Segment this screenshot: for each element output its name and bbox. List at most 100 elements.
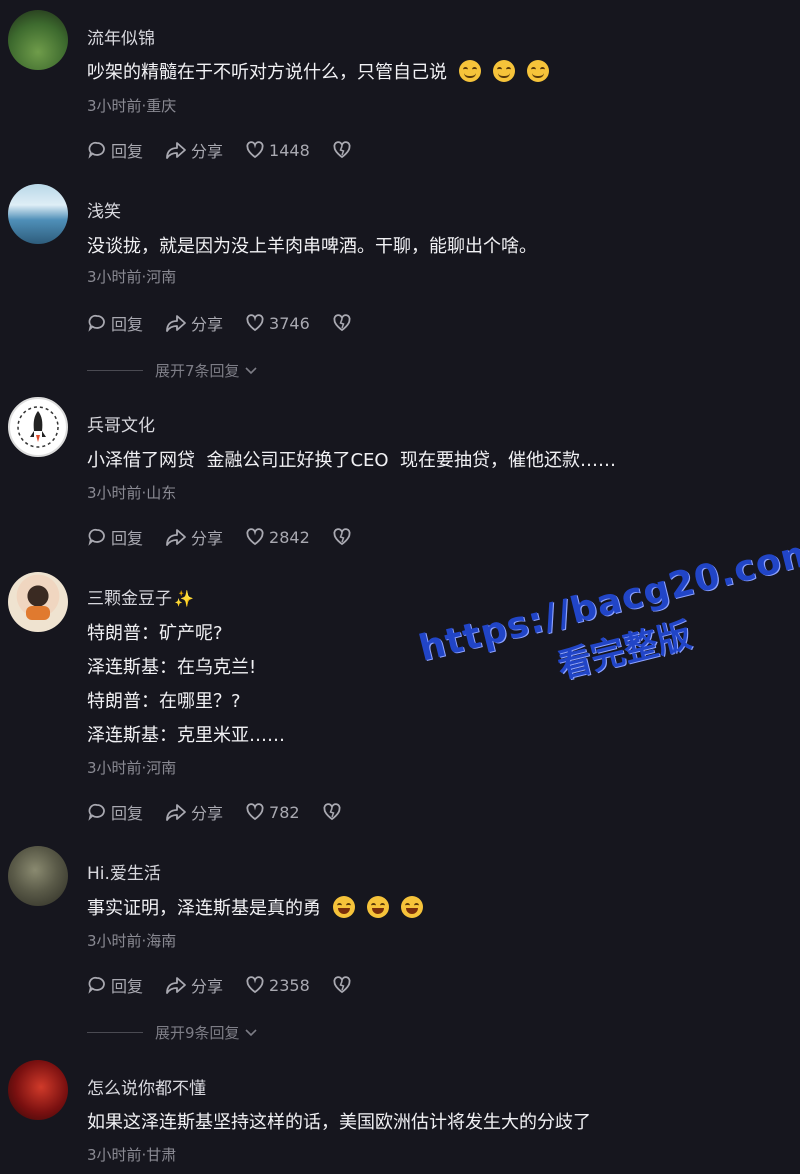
comment-actions: 回复 分享 2358 — [87, 973, 352, 997]
like-count: 2358 — [269, 975, 310, 995]
laughing-emoji-icon — [333, 896, 355, 918]
avatar[interactable] — [8, 846, 68, 906]
like-count: 782 — [269, 802, 300, 822]
dislike-button[interactable] — [332, 975, 352, 995]
comment-text: 事实证明，泽连斯基是真的勇 — [87, 892, 423, 926]
chevron-down-icon — [244, 1028, 257, 1036]
laughing-emoji-icon — [401, 896, 423, 918]
reply-button[interactable]: 回复 — [87, 973, 143, 997]
divider — [87, 1032, 143, 1033]
share-label: 分享 — [191, 977, 224, 996]
like-button[interactable]: 2358 — [245, 975, 310, 995]
chevron-down-icon — [244, 366, 257, 374]
avatar[interactable] — [8, 572, 68, 632]
share-label: 分享 — [191, 315, 224, 334]
comment-actions: 回复 分享 1448 — [87, 138, 352, 162]
broken-heart-icon — [333, 528, 351, 546]
heart-icon — [246, 528, 264, 546]
grin-emoji-icon — [459, 60, 481, 82]
share-icon — [166, 977, 186, 994]
like-button[interactable]: 3746 — [245, 313, 310, 333]
share-icon — [166, 315, 186, 332]
comment-meta: 3小时前·海南 — [87, 932, 177, 950]
expand-replies-button[interactable]: 展开9条回复 — [87, 1022, 259, 1043]
reply-label: 回复 — [111, 142, 144, 161]
heart-icon — [246, 976, 264, 994]
share-button[interactable]: 分享 — [165, 311, 223, 335]
dislike-button[interactable] — [322, 802, 342, 822]
comment-meta: 3小时前·重庆 — [87, 97, 177, 115]
heart-icon — [246, 803, 264, 821]
like-count: 2842 — [269, 527, 310, 547]
comment-line: 泽连斯基：在乌克兰! — [87, 657, 257, 678]
reply-label: 回复 — [111, 315, 144, 334]
comment-line: 小泽借了网贷 金融公司正好换了CEO 现在要抽贷，催他还款…… — [87, 450, 616, 471]
expand-replies-label: 展开7条回复 — [155, 362, 240, 380]
heart-icon — [246, 141, 264, 159]
expand-replies-button[interactable]: 展开7条回复 — [87, 360, 259, 381]
share-button[interactable]: 分享 — [165, 973, 223, 997]
like-button[interactable]: 2842 — [245, 527, 310, 547]
comment-line: 没谈拢，就是因为没上羊肉串啤酒。干聊，能聊出个啥。 — [87, 236, 537, 257]
comment-actions: 回复 分享 782 — [87, 800, 342, 824]
comment-text: 如果这泽连斯基坚持这样的话，美国欧洲估计将发生大的分歧了 — [87, 1106, 591, 1140]
broken-heart-icon — [333, 976, 351, 994]
comment-line: 泽连斯基：克里米亚…… — [87, 725, 285, 746]
comment-line: 如果这泽连斯基坚持这样的话，美国欧洲估计将发生大的分歧了 — [87, 1112, 591, 1133]
avatar[interactable] — [8, 10, 68, 70]
reply-icon — [88, 976, 105, 994]
reply-icon — [88, 141, 105, 159]
reply-label: 回复 — [111, 977, 144, 996]
avatar[interactable] — [8, 184, 68, 244]
dislike-button[interactable] — [332, 527, 352, 547]
heart-icon — [246, 314, 264, 332]
share-button[interactable]: 分享 — [165, 525, 223, 549]
comment-line: 吵架的精髓在于不听对方说什么，只管自己说 — [87, 62, 447, 83]
reply-icon — [88, 314, 105, 332]
comment-meta: 3小时前·河南 — [87, 268, 177, 286]
reply-button[interactable]: 回复 — [87, 525, 143, 549]
share-icon — [166, 804, 186, 821]
share-button[interactable]: 分享 — [165, 800, 223, 824]
reply-label: 回复 — [111, 804, 144, 823]
like-count: 1448 — [269, 140, 310, 160]
avatar[interactable] — [8, 1060, 68, 1120]
broken-heart-icon — [333, 141, 351, 159]
username[interactable]: 浅笑 — [87, 197, 121, 222]
reply-icon — [88, 528, 105, 546]
grin-emoji-icon — [527, 60, 549, 82]
comment-text: 小泽借了网贷 金融公司正好换了CEO 现在要抽贷，催他还款…… — [87, 444, 616, 478]
comment-text: 吵架的精髓在于不听对方说什么，只管自己说 — [87, 56, 549, 90]
share-button[interactable]: 分享 — [165, 138, 223, 162]
comment-actions: 回复 分享 2842 — [87, 525, 352, 549]
reply-label: 回复 — [111, 529, 144, 548]
username[interactable]: 怎么说你都不懂 — [87, 1074, 206, 1099]
comment-actions: 回复 分享 3746 — [87, 311, 352, 335]
divider — [87, 370, 143, 371]
like-count: 3746 — [269, 313, 310, 333]
reply-button[interactable]: 回复 — [87, 138, 143, 162]
username[interactable]: 三颗金豆子 ✨ — [87, 584, 194, 609]
dislike-button[interactable] — [332, 313, 352, 333]
username[interactable]: 兵哥文化 — [87, 411, 155, 436]
reply-button[interactable]: 回复 — [87, 311, 143, 335]
dislike-button[interactable] — [332, 140, 352, 160]
like-button[interactable]: 782 — [245, 802, 300, 822]
comment-text: 没谈拢，就是因为没上羊肉串啤酒。干聊，能聊出个啥。 — [87, 230, 537, 264]
comment-meta: 3小时前·河南 — [87, 759, 177, 777]
like-button[interactable]: 1448 — [245, 140, 310, 160]
comment-text: 特朗普：矿产呢? 泽连斯基：在乌克兰! 特朗普：在哪里？? 泽连斯基：克里米亚…… — [87, 617, 285, 753]
watermark: https://bacg20.com 看完整版 — [415, 531, 800, 720]
comment-line: 事实证明，泽连斯基是真的勇 — [87, 898, 321, 919]
username[interactable]: Hi.爱生活 — [87, 859, 161, 884]
rocket-logo-icon — [17, 406, 59, 448]
comment-line: 特朗普：在哪里？? — [87, 691, 241, 712]
avatar[interactable] — [8, 397, 68, 457]
comment-meta: 3小时前·甘肃 — [87, 1146, 177, 1164]
comment-meta: 3小时前·山东 — [87, 484, 177, 502]
username[interactable]: 流年似锦 — [87, 24, 155, 49]
share-icon — [166, 142, 186, 159]
avatar-detail — [26, 606, 50, 620]
broken-heart-icon — [333, 314, 351, 332]
reply-button[interactable]: 回复 — [87, 800, 143, 824]
